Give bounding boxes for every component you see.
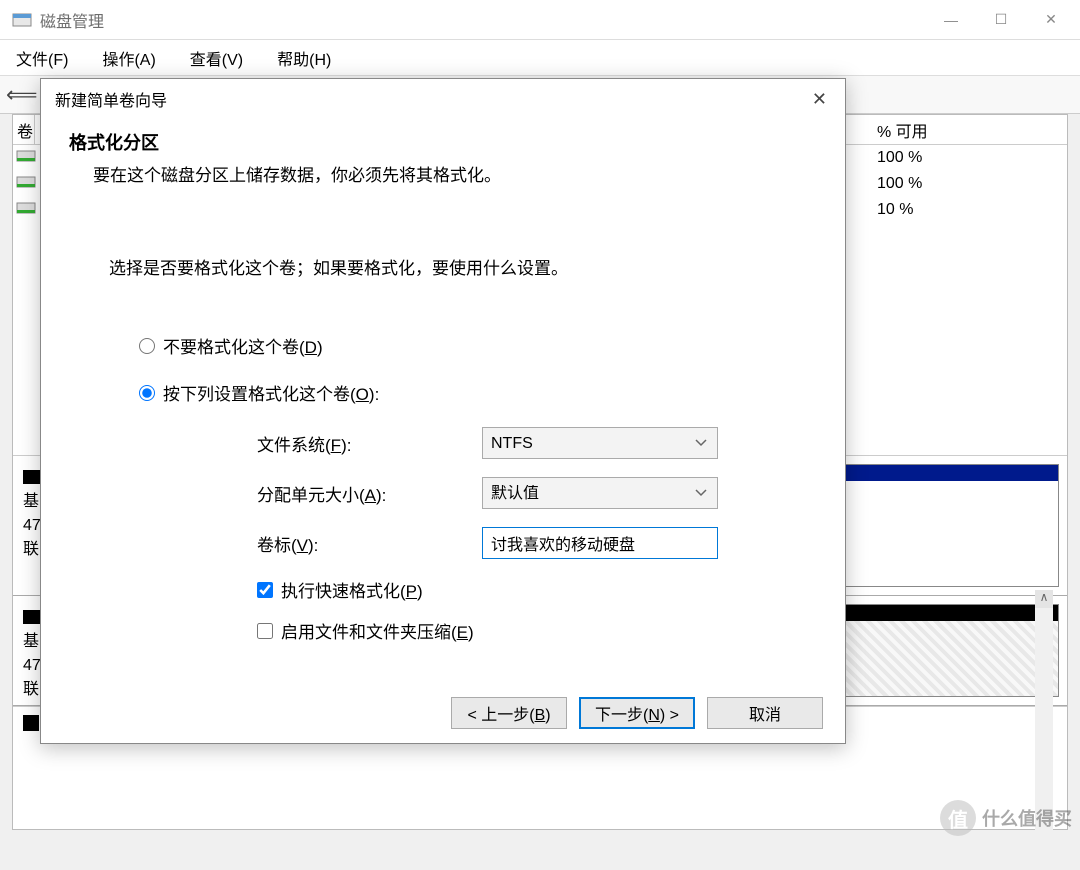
checkbox-quick-format[interactable]: 执行快速格式化(P) bbox=[257, 577, 817, 602]
menu-help[interactable]: 帮助(H) bbox=[269, 42, 339, 74]
row-filesystem: 文件系统(F): NTFS bbox=[257, 427, 817, 459]
menubar: 文件(F) 操作(A) 查看(V) 帮助(H) bbox=[0, 40, 1080, 76]
pct-available: 100 % bbox=[867, 175, 1067, 193]
radio-do-not-format-label: 不要格式化这个卷(D) bbox=[163, 333, 323, 358]
minimize-button[interactable]: — bbox=[926, 0, 976, 40]
allocation-unit-select[interactable]: 默认值 bbox=[482, 477, 718, 509]
filesystem-select[interactable]: NTFS bbox=[482, 427, 718, 459]
row-volume-label: 卷标(V): bbox=[257, 527, 817, 559]
pct-available: 100 % bbox=[867, 149, 1067, 167]
menu-file[interactable]: 文件(F) bbox=[8, 42, 76, 74]
dialog-body: 格式化分区 要在这个磁盘分区上储存数据，你必须先将其格式化。 选择是否要格式化这… bbox=[41, 119, 845, 683]
watermark: 值 什么值得买 bbox=[940, 800, 1072, 836]
new-simple-volume-wizard-dialog: 新建简单卷向导 ✕ 格式化分区 要在这个磁盘分区上储存数据，你必须先将其格式化。… bbox=[40, 78, 846, 744]
dialog-header: 新建简单卷向导 ✕ bbox=[41, 79, 845, 119]
watermark-text: 什么值得买 bbox=[982, 805, 1072, 831]
watermark-icon: 值 bbox=[940, 800, 976, 836]
col-volume[interactable]: 卷 bbox=[13, 115, 35, 144]
row-allocation-unit: 分配单元大小(A): 默认值 bbox=[257, 477, 817, 509]
volume-label-input[interactable] bbox=[482, 527, 718, 559]
menu-action[interactable]: 操作(A) bbox=[94, 42, 163, 74]
col-available[interactable]: % 可用 bbox=[867, 115, 1067, 144]
window-title: 磁盘管理 bbox=[40, 8, 926, 32]
back-button[interactable]: < 上一步(B) bbox=[451, 697, 567, 729]
dialog-title: 新建简单卷向导 bbox=[55, 87, 167, 111]
radio-format-with-settings-label: 按下列设置格式化这个卷(O): bbox=[163, 380, 379, 405]
back-arrow-icon[interactable]: ⟸ bbox=[6, 82, 38, 108]
legend-swatch-unallocated bbox=[23, 715, 39, 731]
maximize-button[interactable]: ☐ bbox=[976, 0, 1026, 40]
disk-mgmt-icon bbox=[12, 11, 32, 29]
radio-do-not-format[interactable]: 不要格式化这个卷(D) bbox=[139, 333, 817, 358]
checkbox-quick-format-input[interactable] bbox=[257, 582, 273, 598]
volume-label-label: 卷标(V): bbox=[257, 531, 482, 556]
filesystem-label: 文件系统(F): bbox=[257, 431, 482, 456]
dialog-prompt: 选择是否要格式化这个卷；如果要格式化，要使用什么设置。 bbox=[109, 254, 817, 279]
titlebar: 磁盘管理 — ☐ ✕ bbox=[0, 0, 1080, 40]
cancel-button[interactable]: 取消 bbox=[707, 697, 823, 729]
dialog-footer: < 上一步(B) 下一步(N) > 取消 bbox=[41, 683, 845, 743]
volume-icon bbox=[15, 149, 37, 167]
checkbox-enable-compression-label: 启用文件和文件夹压缩(E) bbox=[281, 618, 474, 643]
radio-format-with-settings[interactable]: 按下列设置格式化这个卷(O): bbox=[139, 380, 817, 405]
dialog-heading: 格式化分区 bbox=[69, 129, 817, 155]
checkbox-enable-compression-input[interactable] bbox=[257, 623, 273, 639]
checkbox-quick-format-label: 执行快速格式化(P) bbox=[281, 577, 423, 602]
volume-icon bbox=[15, 175, 37, 193]
allocation-unit-label: 分配单元大小(A): bbox=[257, 481, 482, 506]
radio-do-not-format-input[interactable] bbox=[139, 338, 155, 354]
dialog-close-button[interactable]: ✕ bbox=[808, 85, 831, 114]
pct-available: 10 % bbox=[867, 201, 1067, 219]
radio-format-with-settings-input[interactable] bbox=[139, 385, 155, 401]
volume-icon bbox=[15, 201, 37, 219]
dialog-subtitle: 要在这个磁盘分区上储存数据，你必须先将其格式化。 bbox=[93, 161, 817, 186]
next-button[interactable]: 下一步(N) > bbox=[579, 697, 695, 729]
close-button[interactable]: ✕ bbox=[1026, 0, 1076, 40]
format-radio-group: 不要格式化这个卷(D) 按下列设置格式化这个卷(O): 文件系统(F): NTF… bbox=[139, 333, 817, 643]
checkbox-enable-compression[interactable]: 启用文件和文件夹压缩(E) bbox=[257, 618, 817, 643]
menu-view[interactable]: 查看(V) bbox=[182, 42, 251, 74]
scroll-up-icon[interactable]: ∧ bbox=[1035, 590, 1053, 608]
